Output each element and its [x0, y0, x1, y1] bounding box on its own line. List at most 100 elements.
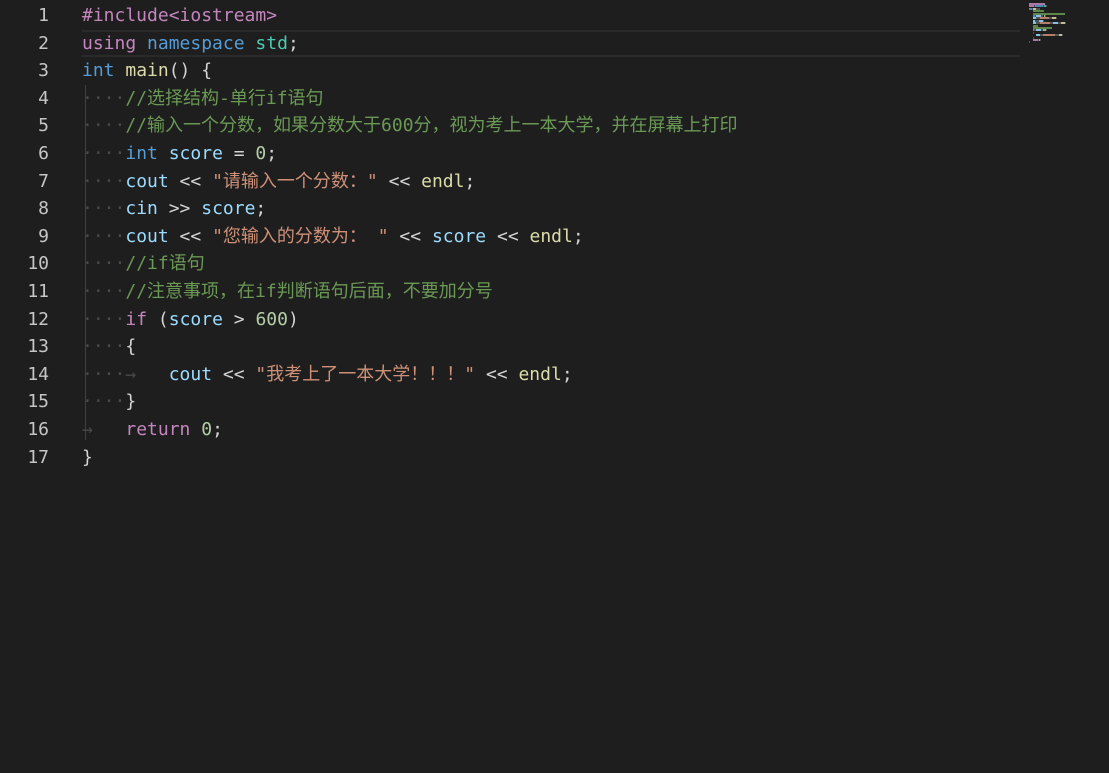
code-token: endl: [529, 225, 573, 247]
code-line[interactable]: ····//输入一个分数，如果分数大于600分，视为考上一本大学，并在屏幕上打印: [82, 112, 1019, 140]
line-number[interactable]: 17: [0, 444, 70, 472]
code-line[interactable]: #include<iostream>: [82, 2, 1019, 30]
code-token: ;: [212, 418, 223, 440]
code-token: <<: [388, 225, 432, 247]
line-number[interactable]: 7: [0, 168, 70, 196]
minimap-stroke: [1056, 17, 1057, 20]
whitespace-marker: ····: [82, 115, 126, 137]
code-token: () {: [168, 60, 213, 82]
code-token: ;: [572, 225, 584, 247]
code-token: //选择结构-单行if语句: [125, 87, 324, 109]
line-number-gutter[interactable]: 1 2 3 4 5 6 7 8 9 10 11 12 13 14 15 16 17: [0, 2, 70, 471]
whitespace-marker: ····: [82, 225, 126, 247]
whitespace-marker: ····→: [82, 363, 169, 385]
line-number[interactable]: 10: [0, 250, 70, 278]
line-number[interactable]: 15: [0, 388, 70, 416]
code-token: endl: [421, 170, 465, 192]
line-number[interactable]: 5: [0, 112, 70, 140]
code-token: namespace: [147, 32, 245, 54]
minimap-stroke: [1065, 22, 1066, 25]
code-token: endl: [518, 363, 562, 385]
line-number[interactable]: 12: [0, 306, 70, 334]
minimap-stroke: [1043, 34, 1056, 37]
code-line[interactable]: ····cout << "请输入一个分数：" << endl;: [82, 168, 1019, 196]
line-number[interactable]: 3: [0, 57, 70, 85]
code-area[interactable]: #include<iostream> using namespace std; in…: [82, 2, 1019, 471]
line-number[interactable]: 9: [0, 223, 70, 251]
code-token: 0: [201, 418, 213, 440]
whitespace-marker: ····: [82, 170, 126, 192]
whitespace-marker: ····: [82, 308, 126, 330]
line-number[interactable]: 4: [0, 85, 70, 113]
code-token: <<: [212, 363, 256, 385]
code-token: <<: [486, 225, 530, 247]
code-token: #include<iostream>: [82, 5, 278, 26]
code-line[interactable]: using namespace std;: [82, 30, 1019, 58]
code-token: >>: [157, 198, 202, 220]
code-token: ;: [287, 32, 299, 54]
code-line[interactable]: ····//if语句: [82, 250, 1019, 278]
code-line[interactable]: ····if (score > 600): [82, 306, 1019, 334]
code-line[interactable]: ····int score = 0;: [82, 140, 1019, 168]
code-line[interactable]: int main() {: [82, 57, 1019, 85]
code-token: <<: [475, 363, 519, 385]
code-token: "我考上了一本大学！！！": [255, 363, 476, 385]
minimap[interactable]: [1023, 0, 1109, 773]
code-token: ): [287, 308, 299, 330]
code-line[interactable]: ····cout << "您输入的分数为： " << score << endl…: [82, 223, 1019, 251]
code-token: (: [147, 308, 169, 330]
code-token: >: [222, 308, 256, 330]
code-token: ;: [561, 363, 573, 385]
code-token: cout: [125, 225, 169, 247]
code-token: ;: [464, 170, 476, 192]
code-token: <<: [168, 170, 213, 192]
minimap-stroke: [1040, 39, 1041, 41]
line-number[interactable]: 14: [0, 361, 70, 389]
code-token: "您输入的分数为： ": [212, 225, 389, 247]
code-line[interactable]: ····}: [82, 388, 1019, 416]
code-token: ;: [255, 198, 267, 220]
code-editor[interactable]: 1 2 3 4 5 6 7 8 9 10 11 12 13 14 15 16 17 #include<iostr…: [0, 0, 1109, 773]
line-number[interactable]: 13: [0, 333, 70, 361]
whitespace-marker: →: [82, 418, 126, 440]
code-line[interactable]: → return 0;: [82, 416, 1019, 444]
line-number[interactable]: 2: [0, 30, 70, 58]
code-line[interactable]: ····//选择结构-单行if语句: [82, 85, 1019, 113]
minimap-stroke: [1062, 34, 1064, 37]
code-token: }: [82, 446, 93, 468]
code-token: cout: [168, 363, 213, 385]
code-token: }: [125, 391, 137, 413]
code-line[interactable]: ····//注意事项，在if判断语句后面，不要加分号: [82, 278, 1019, 306]
code-token: int: [125, 142, 158, 164]
line-number[interactable]: 8: [0, 195, 70, 223]
code-token: main: [125, 60, 169, 82]
line-number[interactable]: 16: [0, 416, 70, 444]
code-token: //输入一个分数，如果分数大于600分，视为考上一本大学，并在屏幕上打印: [125, 115, 738, 137]
code-line[interactable]: ····{: [82, 333, 1019, 361]
line-number[interactable]: 1: [0, 2, 70, 30]
code-token: 0: [255, 142, 267, 164]
code-line[interactable]: }: [82, 444, 1019, 472]
minimap-stroke: [1032, 31, 1034, 34]
code-token: "请输入一个分数：": [212, 170, 378, 192]
code-token: score: [201, 198, 256, 220]
code-token: if: [125, 308, 148, 330]
code-token: int: [82, 60, 115, 82]
line-number[interactable]: 11: [0, 278, 70, 306]
whitespace-marker: ····: [82, 142, 126, 164]
whitespace-marker: ····: [82, 280, 126, 302]
minimap-stroke: [1029, 41, 1030, 44]
code-line[interactable]: ····→ cout << "我考上了一本大学！！！" << endl;: [82, 361, 1019, 389]
code-token: using: [82, 32, 137, 54]
line-number[interactable]: 6: [0, 140, 70, 168]
minimap-stroke: [1046, 29, 1048, 32]
whitespace-marker: ····: [82, 87, 126, 109]
code-line[interactable]: ····cin >> score;: [82, 195, 1019, 223]
code-token: ;: [266, 142, 278, 164]
code-token: return: [125, 418, 191, 440]
code-token: score: [168, 142, 223, 164]
code-token: <<: [377, 170, 422, 192]
